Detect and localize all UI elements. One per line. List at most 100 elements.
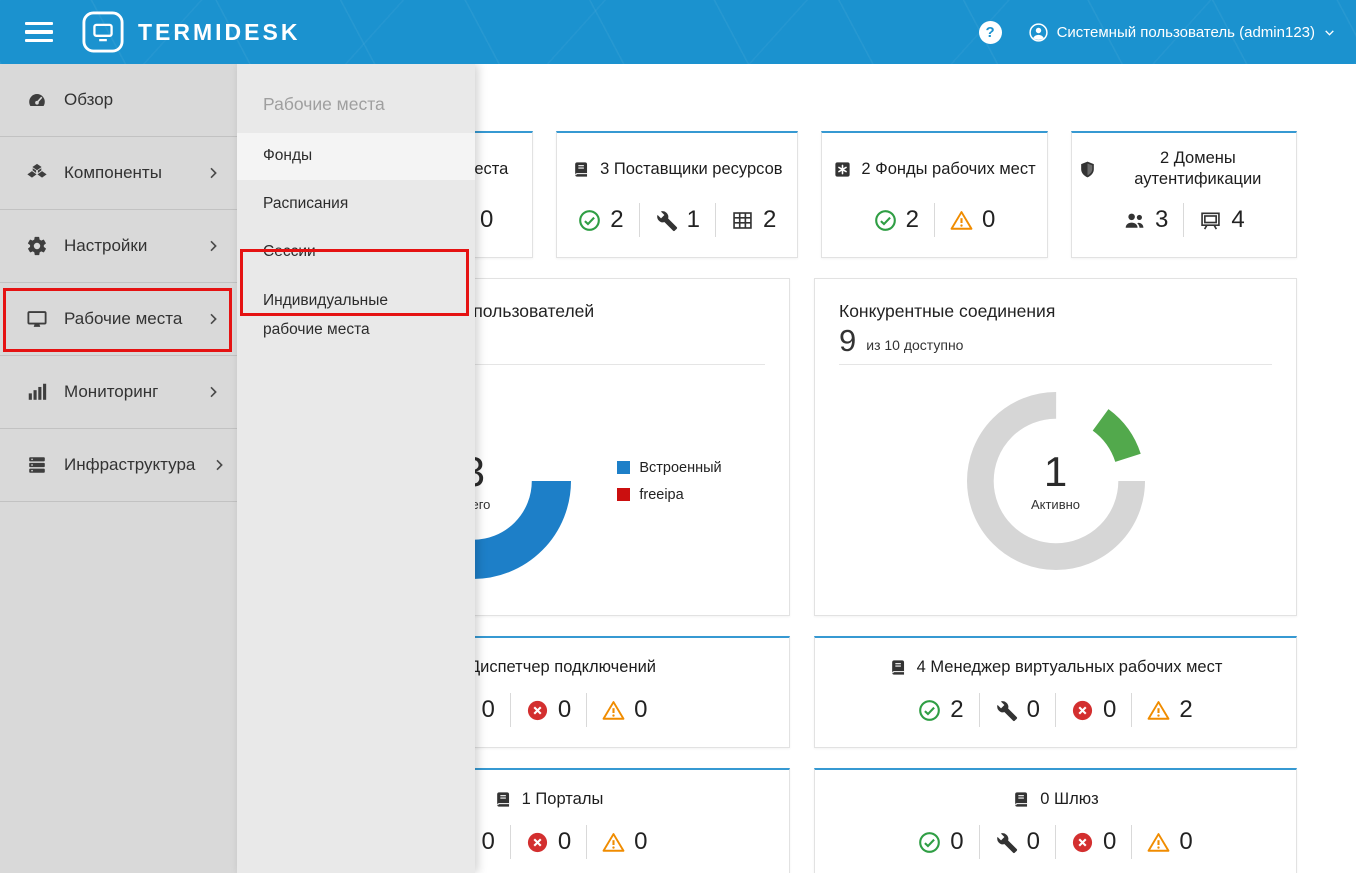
chevron-right-icon: [205, 238, 221, 254]
gateway-card: 0 Шлюз 0000: [814, 768, 1297, 873]
sidebar-item-monitoring[interactable]: Мониторинг: [0, 356, 237, 429]
chevron-right-icon: [205, 384, 221, 400]
stat-value: 0: [634, 696, 647, 724]
stat-users: 3: [1108, 203, 1183, 237]
users-icon: [1123, 209, 1146, 232]
stat-wrench: 0: [979, 693, 1055, 727]
wrench-icon: [655, 209, 678, 232]
check-circle-icon: [578, 209, 601, 232]
connections-card: Конкурентные соединения 9 из 10 доступно…: [814, 278, 1297, 616]
stat-value: 0: [1027, 696, 1040, 724]
stat-check-circle: 2: [859, 203, 934, 237]
fond-icon: [833, 160, 852, 179]
sidebar-item-label: Компоненты: [64, 163, 189, 183]
sidebar-item-components[interactable]: Компоненты: [0, 137, 237, 210]
legend-swatch: [617, 488, 630, 501]
legend-item: freeipa: [617, 487, 721, 503]
stat-value: 0: [480, 206, 493, 234]
error-circle-icon: [1071, 699, 1094, 722]
wrench-icon: [995, 831, 1018, 854]
error-circle-icon: [1071, 831, 1094, 854]
error-circle-icon: [526, 699, 549, 722]
user-name: Системный пользователь (admin123): [1057, 24, 1315, 41]
legend-label: freeipa: [639, 487, 683, 503]
warning-triangle-icon: [1147, 699, 1170, 722]
stat-value: 2: [610, 206, 623, 234]
card-resource-providers: 3 Поставщики ресурсов 212: [556, 131, 798, 258]
stat-value: 0: [1103, 828, 1116, 856]
warning-triangle-icon: [950, 209, 973, 232]
stat-wrench: 1: [639, 203, 715, 237]
legend-item: Встроенный: [617, 460, 721, 476]
monitoring-icon: [26, 381, 48, 403]
stat-warning-triangle: 0: [586, 825, 662, 859]
stats-row: 212: [563, 203, 791, 237]
card-auth-domains: 2 Домены аутентификации 34: [1071, 131, 1297, 258]
flyout-item-sessii[interactable]: Сессии: [237, 228, 475, 277]
stat-value: 1: [687, 206, 700, 234]
card-title-text: 2 Фонды рабочих мест: [861, 159, 1035, 180]
warning-triangle-icon: [1147, 831, 1170, 854]
stat-value: 0: [558, 828, 571, 856]
sidebar-item-settings[interactable]: Настройки: [0, 210, 237, 283]
termidesk-app: TERMIDESK ? Системный пользователь (admi…: [0, 0, 1356, 873]
stat-wrench: 0: [979, 825, 1055, 859]
stat-check-circle: 2: [563, 203, 638, 237]
chevron-down-icon: [1323, 26, 1336, 39]
brand-name: TERMIDESK: [138, 19, 300, 46]
card-title: Конкурентные соединения: [839, 301, 1272, 322]
components-icon: [26, 162, 48, 184]
top-bar: TERMIDESK ? Системный пользователь (admi…: [0, 0, 1356, 64]
stat-table: 2: [715, 203, 791, 237]
warning-triangle-icon: [602, 831, 625, 854]
table-icon: [731, 209, 754, 232]
monitor-icon: [26, 308, 48, 330]
menu-button[interactable]: [25, 22, 55, 43]
check-circle-icon: [874, 209, 897, 232]
chevron-right-icon: [205, 311, 221, 327]
sidebar-item-label: Инфраструктура: [64, 455, 195, 475]
check-circle-icon: [918, 831, 941, 854]
flyout-title: Рабочие места: [237, 64, 475, 133]
stat-value: 0: [982, 206, 995, 234]
user-menu[interactable]: Системный пользователь (admin123): [1028, 22, 1336, 43]
termidesk-logo-icon: [82, 11, 124, 53]
stat-value: 2: [950, 696, 963, 724]
stats-row: 0000: [821, 825, 1290, 859]
stat-value: 2: [1179, 696, 1192, 724]
sidebar-item-workplaces[interactable]: Рабочие места: [0, 283, 237, 356]
dashboard-icon: [26, 89, 48, 111]
help-button[interactable]: ?: [979, 21, 1002, 44]
frame-icon: [1199, 209, 1222, 232]
card-title: 3 Поставщики ресурсов: [563, 143, 791, 195]
infrastructure-icon: [26, 454, 48, 476]
flyout-item-raspisaniya[interactable]: Расписания: [237, 180, 475, 229]
sidebar-item-label: Рабочие места: [64, 309, 189, 329]
stat-value: 0: [950, 828, 963, 856]
warning-triangle-icon: [602, 699, 625, 722]
card-title: 0 Шлюз: [821, 783, 1290, 815]
wrench-icon: [995, 699, 1018, 722]
stat-check-circle: 2: [903, 693, 978, 727]
card-title-text: Диспетчер подключений: [469, 657, 656, 678]
journal-icon: [494, 790, 513, 809]
card-title: 2 Фонды рабочих мест: [828, 143, 1040, 195]
connections-donut-chart: 1 Активно: [967, 392, 1145, 570]
available-count: 9: [839, 325, 856, 356]
sidebar-item-overview[interactable]: Обзор: [0, 64, 237, 137]
stat-value: 2: [906, 206, 919, 234]
journal-icon: [572, 160, 591, 179]
available-label: из 10 доступно: [866, 337, 963, 356]
flyout-item-individual-workplaces[interactable]: Индивидуальные рабочие места: [237, 277, 475, 354]
flyout-item-fondy[interactable]: Фонды: [237, 133, 475, 180]
stat-value: 0: [481, 696, 494, 724]
legend-label: Встроенный: [639, 460, 721, 476]
vdi-manager-card: 4 Менеджер виртуальных рабочих мест 2002: [814, 636, 1297, 748]
sidebar-item-infrastructure[interactable]: Инфраструктура: [0, 429, 237, 502]
error-circle-icon: [526, 831, 549, 854]
stat-error-circle: 0: [510, 693, 586, 727]
chart-legend: Встроенный freeipa: [617, 460, 721, 503]
stat-frame: 4: [1183, 203, 1259, 237]
legend-swatch: [617, 461, 630, 474]
stats-row: 2002: [821, 693, 1290, 727]
